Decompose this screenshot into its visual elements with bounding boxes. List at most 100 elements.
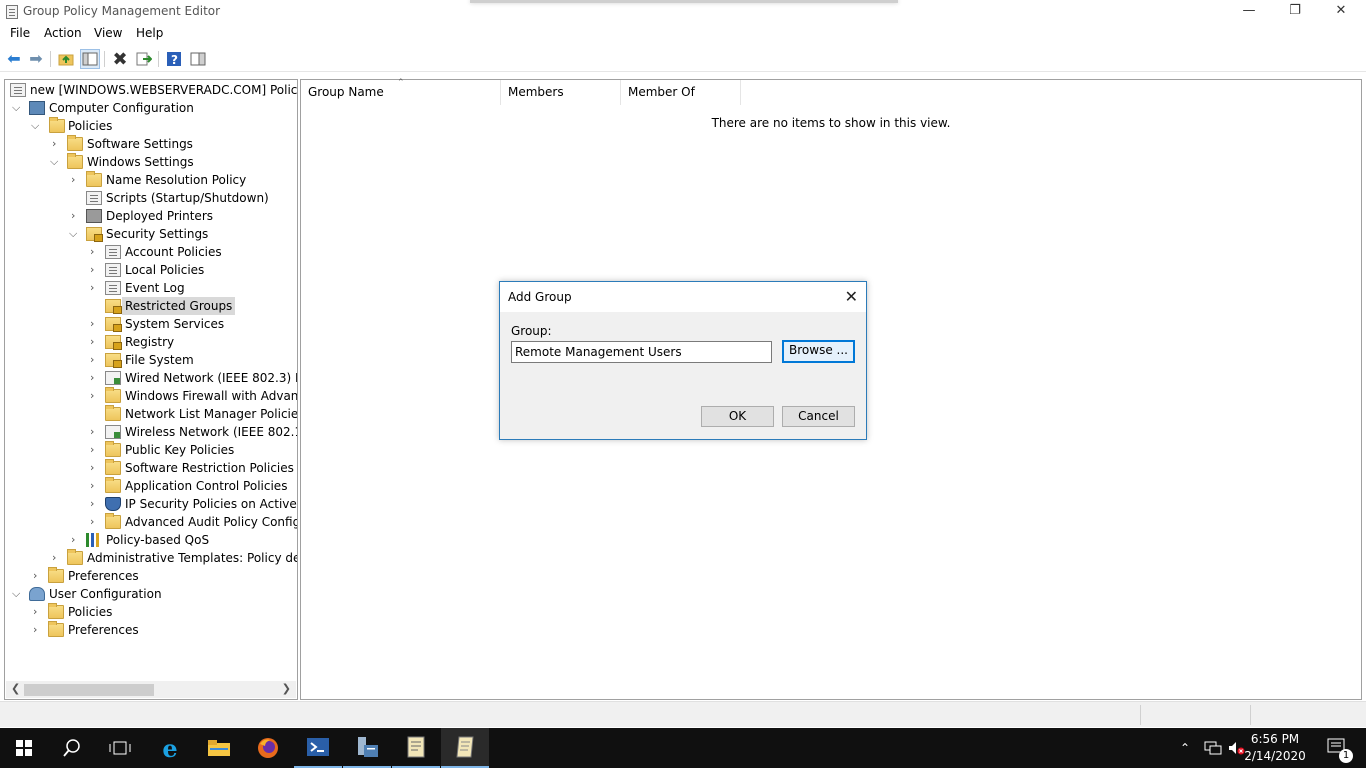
group-name-input[interactable] (511, 341, 772, 363)
chevron-down-icon[interactable]: ⌵ (12, 585, 22, 603)
system-clock[interactable]: 6:56 PM 2/14/2020 (1240, 731, 1310, 765)
up-folder-icon[interactable] (56, 49, 76, 69)
folder-icon (105, 513, 121, 529)
powershell-icon[interactable] (294, 728, 342, 768)
toolbar-separator (50, 51, 51, 67)
policy-doc-icon (105, 281, 121, 295)
chevron-down-icon[interactable]: ⌵ (31, 117, 41, 135)
column-group-name[interactable]: Group Name ⌃ (301, 78, 501, 105)
export-list-icon[interactable] (134, 49, 154, 69)
forward-arrow-icon[interactable]: ➡ (26, 49, 46, 69)
close-button[interactable]: ✕ (1318, 0, 1364, 24)
network-doc-icon (105, 425, 121, 439)
chevron-right-icon[interactable]: › (33, 603, 43, 621)
folder-icon (48, 621, 64, 637)
menu-view[interactable]: View (94, 26, 122, 40)
gpme-app-icon (6, 5, 18, 19)
chevron-right-icon[interactable]: › (71, 531, 81, 549)
menu-bar: File Action View Help (0, 24, 1366, 44)
locked-folder-icon (105, 335, 122, 350)
restore-button[interactable]: ❐ (1272, 0, 1318, 24)
scroll-right-icon[interactable]: ❯ (282, 682, 291, 695)
status-bar (0, 701, 1366, 727)
chevron-right-icon[interactable]: › (33, 621, 43, 639)
svg-text:?: ? (171, 53, 178, 67)
window-title: Group Policy Management Editor (23, 4, 221, 18)
chevron-right-icon[interactable]: › (90, 495, 100, 513)
back-arrow-icon[interactable]: ⬅ (4, 49, 24, 69)
sort-ascending-icon: ⌃ (397, 78, 405, 88)
policy-doc-icon (105, 245, 121, 259)
locked-folder-icon (105, 317, 122, 332)
chevron-right-icon[interactable]: › (90, 351, 100, 369)
chevron-right-icon[interactable]: › (52, 549, 62, 567)
chevron-right-icon[interactable]: › (90, 261, 100, 279)
group-policy-icon[interactable] (392, 728, 440, 768)
server-manager-icon[interactable] (343, 728, 391, 768)
show-hide-tree-icon[interactable] (80, 49, 100, 69)
chevron-down-icon[interactable]: ⌵ (69, 225, 79, 243)
network-doc-icon (105, 371, 121, 385)
chevron-right-icon[interactable]: › (90, 477, 100, 495)
chevron-right-icon[interactable]: › (71, 207, 81, 225)
action-center-icon[interactable]: 1 (1320, 728, 1360, 768)
chevron-right-icon[interactable]: › (90, 279, 100, 297)
notepad-icon[interactable] (441, 728, 489, 768)
search-icon[interactable] (48, 728, 96, 768)
policy-doc-icon (10, 83, 26, 97)
folder-icon (67, 549, 83, 565)
internet-explorer-icon[interactable]: e (146, 728, 194, 768)
menu-action[interactable]: Action (44, 26, 82, 40)
column-members[interactable]: Members (501, 80, 621, 105)
show-hidden-icons-chevron-icon[interactable]: ⌃ (1180, 728, 1198, 768)
chevron-down-icon[interactable]: ⌵ (12, 99, 22, 117)
ok-button[interactable]: OK (701, 406, 774, 427)
folder-icon (67, 153, 83, 169)
clock-date: 2/14/2020 (1244, 749, 1306, 763)
scripts-icon (86, 191, 102, 205)
folder-icon (49, 117, 65, 133)
delete-icon[interactable]: ✖ (110, 49, 130, 70)
chevron-right-icon[interactable]: › (33, 567, 43, 585)
folder-icon (48, 603, 64, 619)
chevron-right-icon[interactable]: › (90, 315, 100, 333)
dialog-title-bar[interactable]: Add Group ✕ (500, 282, 866, 312)
chevron-right-icon[interactable]: › (90, 333, 100, 351)
file-explorer-icon[interactable] (195, 728, 243, 768)
security-settings-icon (86, 227, 103, 242)
cancel-button[interactable]: Cancel (782, 406, 855, 427)
computer-icon (29, 101, 45, 115)
help-icon[interactable]: ? (164, 49, 184, 69)
start-icon[interactable] (0, 728, 48, 768)
column-member-of[interactable]: Member Of (621, 80, 741, 105)
properties-pane-icon[interactable] (188, 49, 208, 69)
chevron-right-icon[interactable]: › (90, 513, 100, 531)
folder-icon (86, 171, 102, 187)
menu-help[interactable]: Help (136, 26, 163, 40)
minimize-button[interactable]: — (1226, 0, 1272, 24)
scroll-left-icon[interactable]: ❮ (11, 682, 20, 695)
network-icon[interactable] (1204, 728, 1224, 768)
chevron-right-icon[interactable]: › (90, 369, 100, 387)
add-group-dialog: Add Group ✕ Group: Browse ... OK Cancel (499, 281, 867, 440)
browse-button[interactable]: Browse ... (782, 340, 855, 363)
scrollbar-thumb[interactable] (24, 684, 154, 696)
taskbar: e ⌃ 6:56 PM 2/14/2020 1 (0, 728, 1366, 768)
chevron-down-icon[interactable]: ⌵ (50, 153, 60, 171)
chevron-right-icon[interactable]: › (90, 387, 100, 405)
tree-horizontal-scrollbar[interactable]: ❮ ❯ (6, 681, 296, 698)
chevron-right-icon[interactable]: › (90, 423, 100, 441)
toolbar-separator (158, 51, 159, 67)
clock-time: 6:56 PM (1250, 732, 1300, 746)
toolbar-separator (104, 51, 105, 67)
menu-file[interactable]: File (10, 26, 30, 40)
task-view-icon[interactable] (96, 728, 144, 768)
firefox-icon[interactable] (244, 728, 292, 768)
chevron-right-icon[interactable]: › (52, 135, 62, 153)
dialog-close-icon[interactable]: ✕ (845, 287, 858, 306)
chevron-right-icon[interactable]: › (90, 459, 100, 477)
chevron-right-icon[interactable]: › (71, 171, 81, 189)
chevron-right-icon[interactable]: › (90, 441, 100, 459)
chevron-right-icon[interactable]: › (90, 243, 100, 261)
folder-icon (105, 387, 121, 403)
